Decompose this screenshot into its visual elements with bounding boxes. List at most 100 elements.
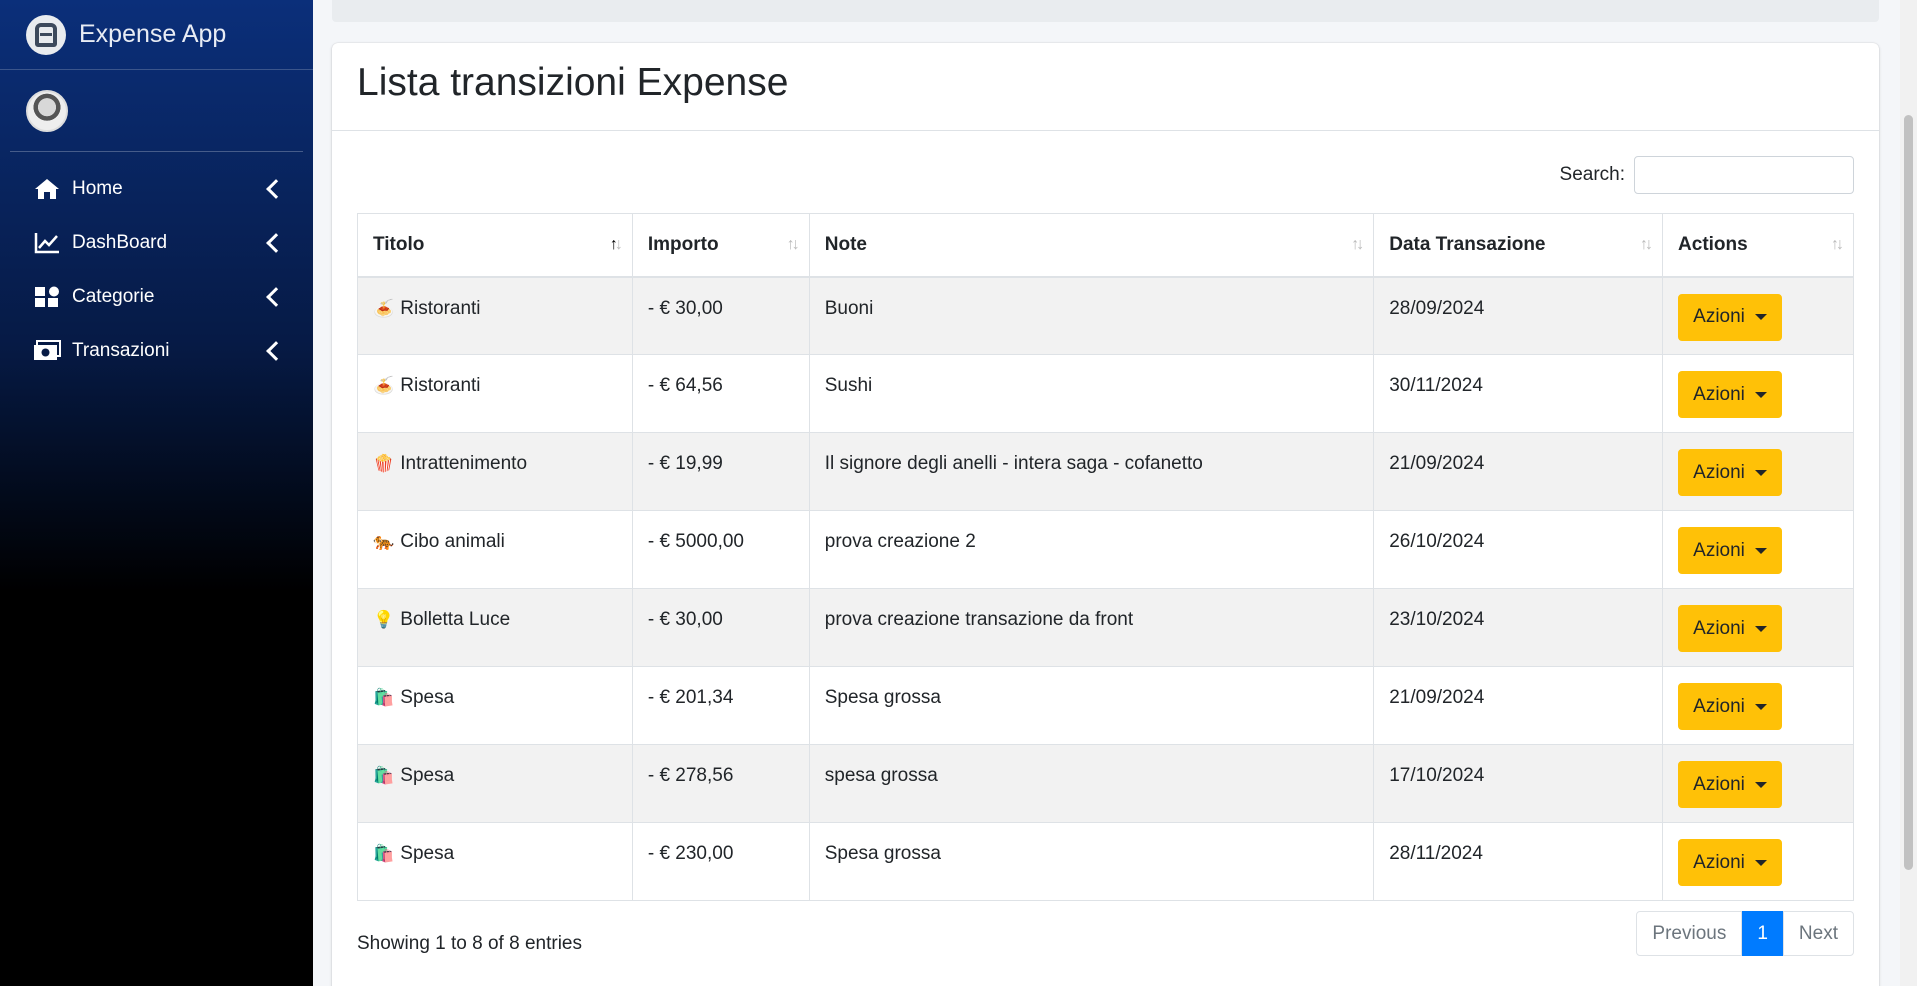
azioni-dropdown-button[interactable]: Azioni (1678, 527, 1783, 574)
column-header-actions[interactable]: Actions ↑↓ (1662, 213, 1854, 278)
titolo-text: Ristoranti (400, 297, 481, 319)
category-emoji-icon: 🛍️ (373, 766, 395, 785)
top-navbar (332, 0, 1879, 22)
cell-importo: - € 19,99 (631, 432, 810, 511)
cell-data: 17/10/2024 (1373, 744, 1664, 823)
titolo-text: Spesa (400, 687, 455, 708)
sidebar-item-categorie[interactable]: Categorie (0, 270, 313, 324)
cell-note: Spesa grossa (808, 666, 1375, 745)
user-panel (10, 70, 303, 152)
sidebar-item-label: Home (72, 178, 123, 199)
sidebar-item-label: Transazioni (72, 340, 170, 361)
chart-line-icon (33, 231, 61, 255)
column-header-data-transazione[interactable]: Data Transazione ↑↓ (1373, 213, 1664, 278)
caret-down-icon (1754, 547, 1767, 554)
caret-down-icon (1754, 469, 1767, 476)
cell-titolo: 🍝 Ristoranti (357, 354, 633, 433)
azioni-dropdown-button[interactable]: Azioni (1678, 761, 1783, 808)
card-header: Lista transizioni Expense (332, 43, 1879, 131)
sidebar-item-label: DashBoard (72, 232, 168, 253)
column-header-label: Actions (1678, 233, 1748, 255)
azioni-dropdown-button[interactable]: Azioni (1678, 371, 1783, 418)
chevron-left-icon (266, 179, 286, 199)
page-scrollbar[interactable] (1900, 0, 1917, 986)
search-row: Search: (357, 156, 1854, 194)
azioni-label: Azioni (1693, 539, 1745, 561)
sidebar-item-dashboard[interactable]: DashBoard (0, 216, 313, 270)
cell-data: 28/09/2024 (1373, 276, 1664, 355)
cell-actions: Azioni (1662, 588, 1854, 667)
titolo-text: Spesa (400, 765, 455, 786)
caret-down-icon (1754, 314, 1767, 320)
cell-actions: Azioni (1662, 276, 1854, 355)
column-header-label: Note (824, 233, 867, 255)
cell-actions: Azioni (1662, 822, 1854, 901)
column-header-label: Titolo (373, 233, 425, 255)
sidebar: Expense App Home DashBoard Categorie Tra… (0, 0, 313, 986)
cell-importo: - € 230,00 (631, 822, 810, 901)
cell-data: 30/11/2024 (1373, 354, 1664, 433)
table-row: 🍝 Ristoranti - € 30,00 Buoni 28/09/2024 … (357, 276, 1854, 355)
azioni-dropdown-button[interactable]: Azioni (1678, 449, 1783, 496)
column-header-titolo[interactable]: Titolo ↑↓ (357, 213, 633, 278)
table-row: 🍿 Intrattenimento - € 19,99 Il signore d… (357, 432, 1854, 511)
sort-ascending-icon: ↑↓ (609, 235, 623, 253)
caret-down-icon (1754, 859, 1767, 866)
category-emoji-icon: 💡 (373, 610, 395, 629)
cell-titolo: 🛍️ Spesa (357, 666, 633, 745)
cell-importo: - € 201,34 (631, 666, 810, 745)
cell-titolo: 🛍️ Spesa (357, 744, 633, 823)
column-header-importo[interactable]: Importo ↑↓ (631, 213, 810, 278)
cell-titolo: 🍿 Intrattenimento (357, 432, 633, 511)
azioni-dropdown-button[interactable]: Azioni (1678, 683, 1783, 730)
titolo-text: Ristoranti (400, 375, 481, 396)
categories-icon (33, 285, 61, 309)
table-row: 🍝 Ristoranti - € 64,56 Sushi 30/11/2024 … (357, 354, 1854, 433)
scrollbar-thumb[interactable] (1904, 115, 1913, 870)
caret-down-icon (1754, 391, 1767, 398)
sidebar-item-transazioni[interactable]: Transazioni (0, 324, 313, 378)
cell-titolo: 💡 Bolletta Luce (357, 588, 633, 667)
cell-actions: Azioni (1662, 744, 1854, 823)
entries-info: Showing 1 to 8 of 8 entries (357, 932, 582, 954)
sort-icon: ↑↓ (1640, 235, 1653, 253)
category-emoji-icon: 🍿 (373, 454, 395, 473)
cell-importo: - € 64,56 (631, 354, 810, 433)
search-input[interactable] (1634, 156, 1854, 194)
previous-page-button[interactable]: Previous (1636, 911, 1743, 956)
azioni-label: Azioni (1693, 306, 1745, 327)
category-emoji-icon: 🍝 (373, 376, 395, 395)
azioni-dropdown-button[interactable]: Azioni (1678, 605, 1783, 652)
azioni-label: Azioni (1693, 461, 1745, 483)
azioni-dropdown-button[interactable]: Azioni (1678, 839, 1783, 886)
azioni-dropdown-button[interactable]: Azioni (1678, 293, 1783, 341)
cell-note: prova creazione 2 (808, 510, 1375, 589)
table-row: 💡 Bolletta Luce - € 30,00 prova creazion… (357, 588, 1854, 667)
sidebar-nav: Home DashBoard Categorie Transazioni (0, 162, 313, 378)
search-label: Search: (1559, 164, 1625, 185)
sidebar-item-label: Categorie (72, 286, 155, 307)
column-header-label: Data Transazione (1389, 233, 1546, 255)
sort-icon: ↑↓ (1831, 235, 1844, 253)
cell-importo: - € 30,00 (631, 276, 810, 355)
cell-importo: - € 5000,00 (631, 510, 810, 589)
column-header-note[interactable]: Note ↑↓ (808, 213, 1375, 278)
page-1-button[interactable]: 1 (1742, 911, 1783, 956)
brand-link[interactable]: Expense App (0, 0, 313, 70)
cell-actions: Azioni (1662, 666, 1854, 745)
table-row: 🛍️ Spesa - € 278,56 spesa grossa 17/10/2… (357, 744, 1854, 823)
avatar[interactable] (26, 89, 68, 132)
card-body: Search: Titolo ↑↓ Importo ↑↓ Note ↑↓ Dat… (332, 131, 1879, 981)
chevron-left-icon (266, 233, 286, 253)
cell-note: Buoni (808, 276, 1375, 355)
next-page-button[interactable]: Next (1782, 911, 1854, 956)
cell-actions: Azioni (1662, 510, 1854, 589)
transactions-table: Titolo ↑↓ Importo ↑↓ Note ↑↓ Data Transa… (357, 213, 1854, 901)
category-emoji-icon: 🍝 (373, 298, 395, 318)
category-emoji-icon: 🛍️ (373, 844, 395, 863)
titolo-text: Bolletta Luce (400, 609, 511, 630)
sidebar-item-home[interactable]: Home (0, 162, 313, 216)
sort-icon: ↑↓ (786, 235, 800, 253)
money-icon (33, 339, 61, 363)
caret-down-icon (1754, 703, 1767, 710)
